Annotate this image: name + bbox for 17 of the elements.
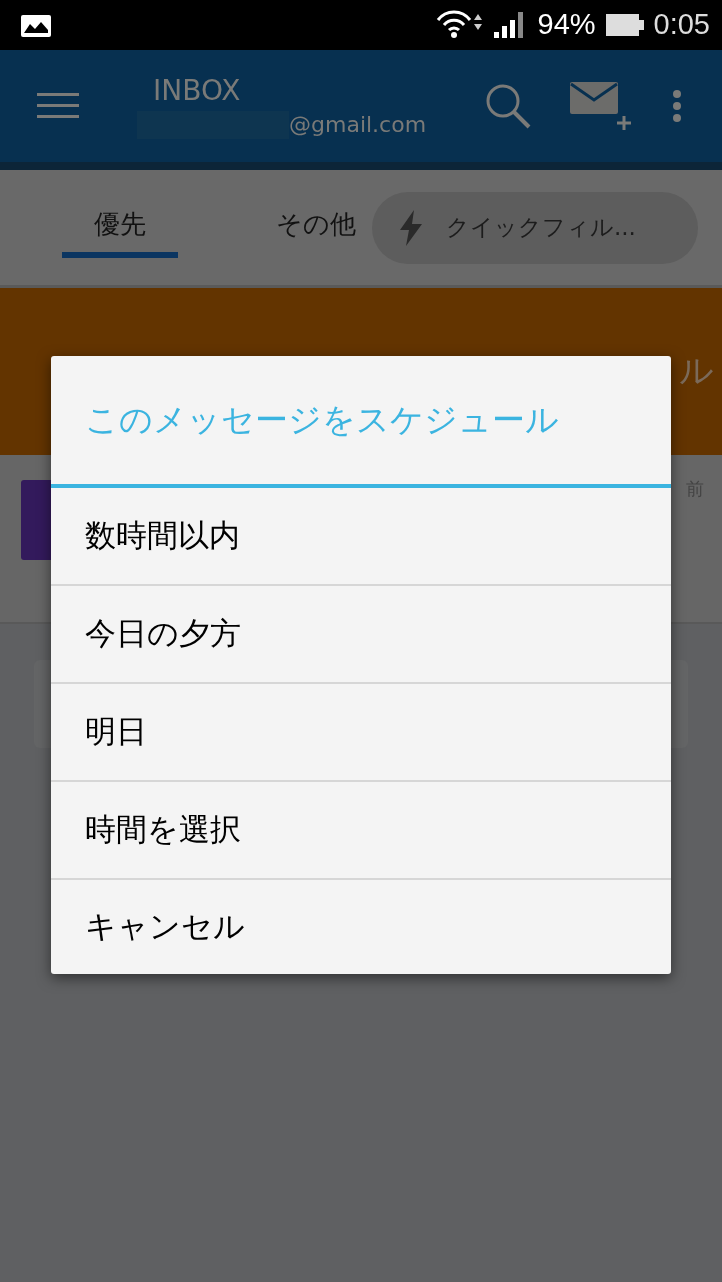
account-email: @gmail.com bbox=[289, 112, 427, 137]
mailbox-title: INBOX bbox=[153, 73, 242, 107]
battery-icon bbox=[605, 13, 644, 36]
battery-percent: 94% bbox=[537, 8, 596, 41]
dialog-option[interactable]: 明日 bbox=[51, 684, 671, 782]
dialog-option[interactable]: 今日の夕方 bbox=[51, 586, 671, 684]
menu-icon[interactable] bbox=[37, 93, 79, 119]
dialog-option[interactable]: 数時間以内 bbox=[51, 488, 671, 586]
lightning-icon bbox=[400, 209, 422, 246]
image-icon bbox=[20, 14, 52, 38]
dialog-option[interactable]: キャンセル bbox=[51, 880, 671, 974]
more-icon[interactable] bbox=[672, 89, 682, 123]
banner-text: ル bbox=[679, 349, 714, 392]
dialog-title: このメッセージをスケジュール bbox=[51, 356, 671, 488]
search-icon[interactable] bbox=[484, 82, 532, 130]
clock: 0:05 bbox=[653, 8, 710, 41]
dialog-option[interactable]: 時間を選択 bbox=[51, 782, 671, 880]
